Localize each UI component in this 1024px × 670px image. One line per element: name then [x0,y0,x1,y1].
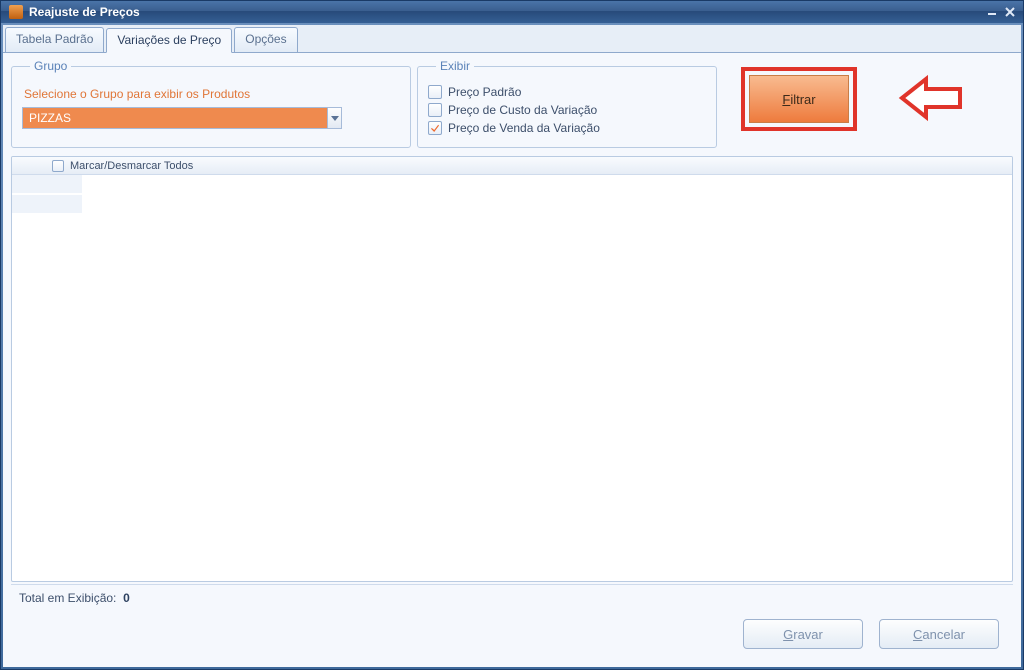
grupo-spin-buttons[interactable] [327,108,341,128]
checkbox-preco-custo-variacao[interactable]: Preço de Custo da Variação [428,101,706,119]
grupo-legend: Grupo [30,59,71,73]
total-value: 0 [123,591,130,605]
grupo-selected-value: PIZZAS [23,108,327,128]
checkbox-preco-venda-variacao[interactable]: Preço de Venda da Variação [428,119,706,137]
app-icon [9,5,23,19]
checkbox-icon [428,121,442,135]
footer-total: Total em Exibição: 0 [11,585,1013,611]
window-buttons [983,5,1019,19]
filtrar-button[interactable]: Filtrar [749,75,849,123]
table-row [12,175,82,193]
tabstrip: Tabela Padrão Variações de Preço Opções [3,25,1021,53]
checkbox-label: Preço Padrão [448,83,521,101]
tab-variacoes-preco[interactable]: Variações de Preço [106,28,232,53]
grid-body[interactable] [12,175,1012,581]
table-row [12,195,82,213]
checkbox-icon [428,85,442,99]
tab-tabela-padrao[interactable]: Tabela Padrão [5,27,104,52]
checkbox-label: Preço de Venda da Variação [448,119,600,137]
checkbox-icon [428,103,442,117]
window-title: Reajuste de Preços [29,5,140,19]
filtrar-area: Filtrar [723,59,857,148]
close-button[interactable] [1001,5,1019,19]
client-area: Tabela Padrão Variações de Preço Opções … [3,25,1021,667]
checkbox-label: Preço de Custo da Variação [448,101,597,119]
mark-all-label: Marcar/Desmarcar Todos [70,160,193,172]
filter-row: Grupo Selecione o Grupo para exibir os P… [11,59,1013,148]
tab-opcoes[interactable]: Opções [234,27,297,52]
minimize-button[interactable] [983,5,1001,19]
mark-all-checkbox[interactable] [52,160,64,172]
annotation-highlight: Filtrar [741,67,857,131]
group-grupo: Grupo Selecione o Grupo para exibir os P… [11,59,411,148]
exibir-legend: Exibir [436,59,474,73]
cancelar-button[interactable]: Cancelar [879,619,999,649]
button-row: Gravar Cancelar [11,611,1013,659]
grid: Marcar/Desmarcar Todos [11,156,1013,582]
annotation-arrow-icon [898,73,968,128]
app-window: Reajuste de Preços Tabela Padrão Variaçõ… [0,0,1024,670]
grupo-combobox[interactable]: PIZZAS [22,107,342,129]
checkbox-preco-padrao[interactable]: Preço Padrão [428,83,706,101]
grid-header[interactable]: Marcar/Desmarcar Todos [12,157,1012,175]
chevron-down-icon[interactable] [328,108,341,128]
grupo-instruction: Selecione o Grupo para exibir os Produto… [24,87,400,101]
gravar-button[interactable]: Gravar [743,619,863,649]
tab-body: Grupo Selecione o Grupo para exibir os P… [3,53,1021,667]
total-label: Total em Exibição: [19,591,116,605]
titlebar[interactable]: Reajuste de Preços [1,1,1023,23]
group-exibir: Exibir Preço Padrão Preço de Custo da Va… [417,59,717,148]
